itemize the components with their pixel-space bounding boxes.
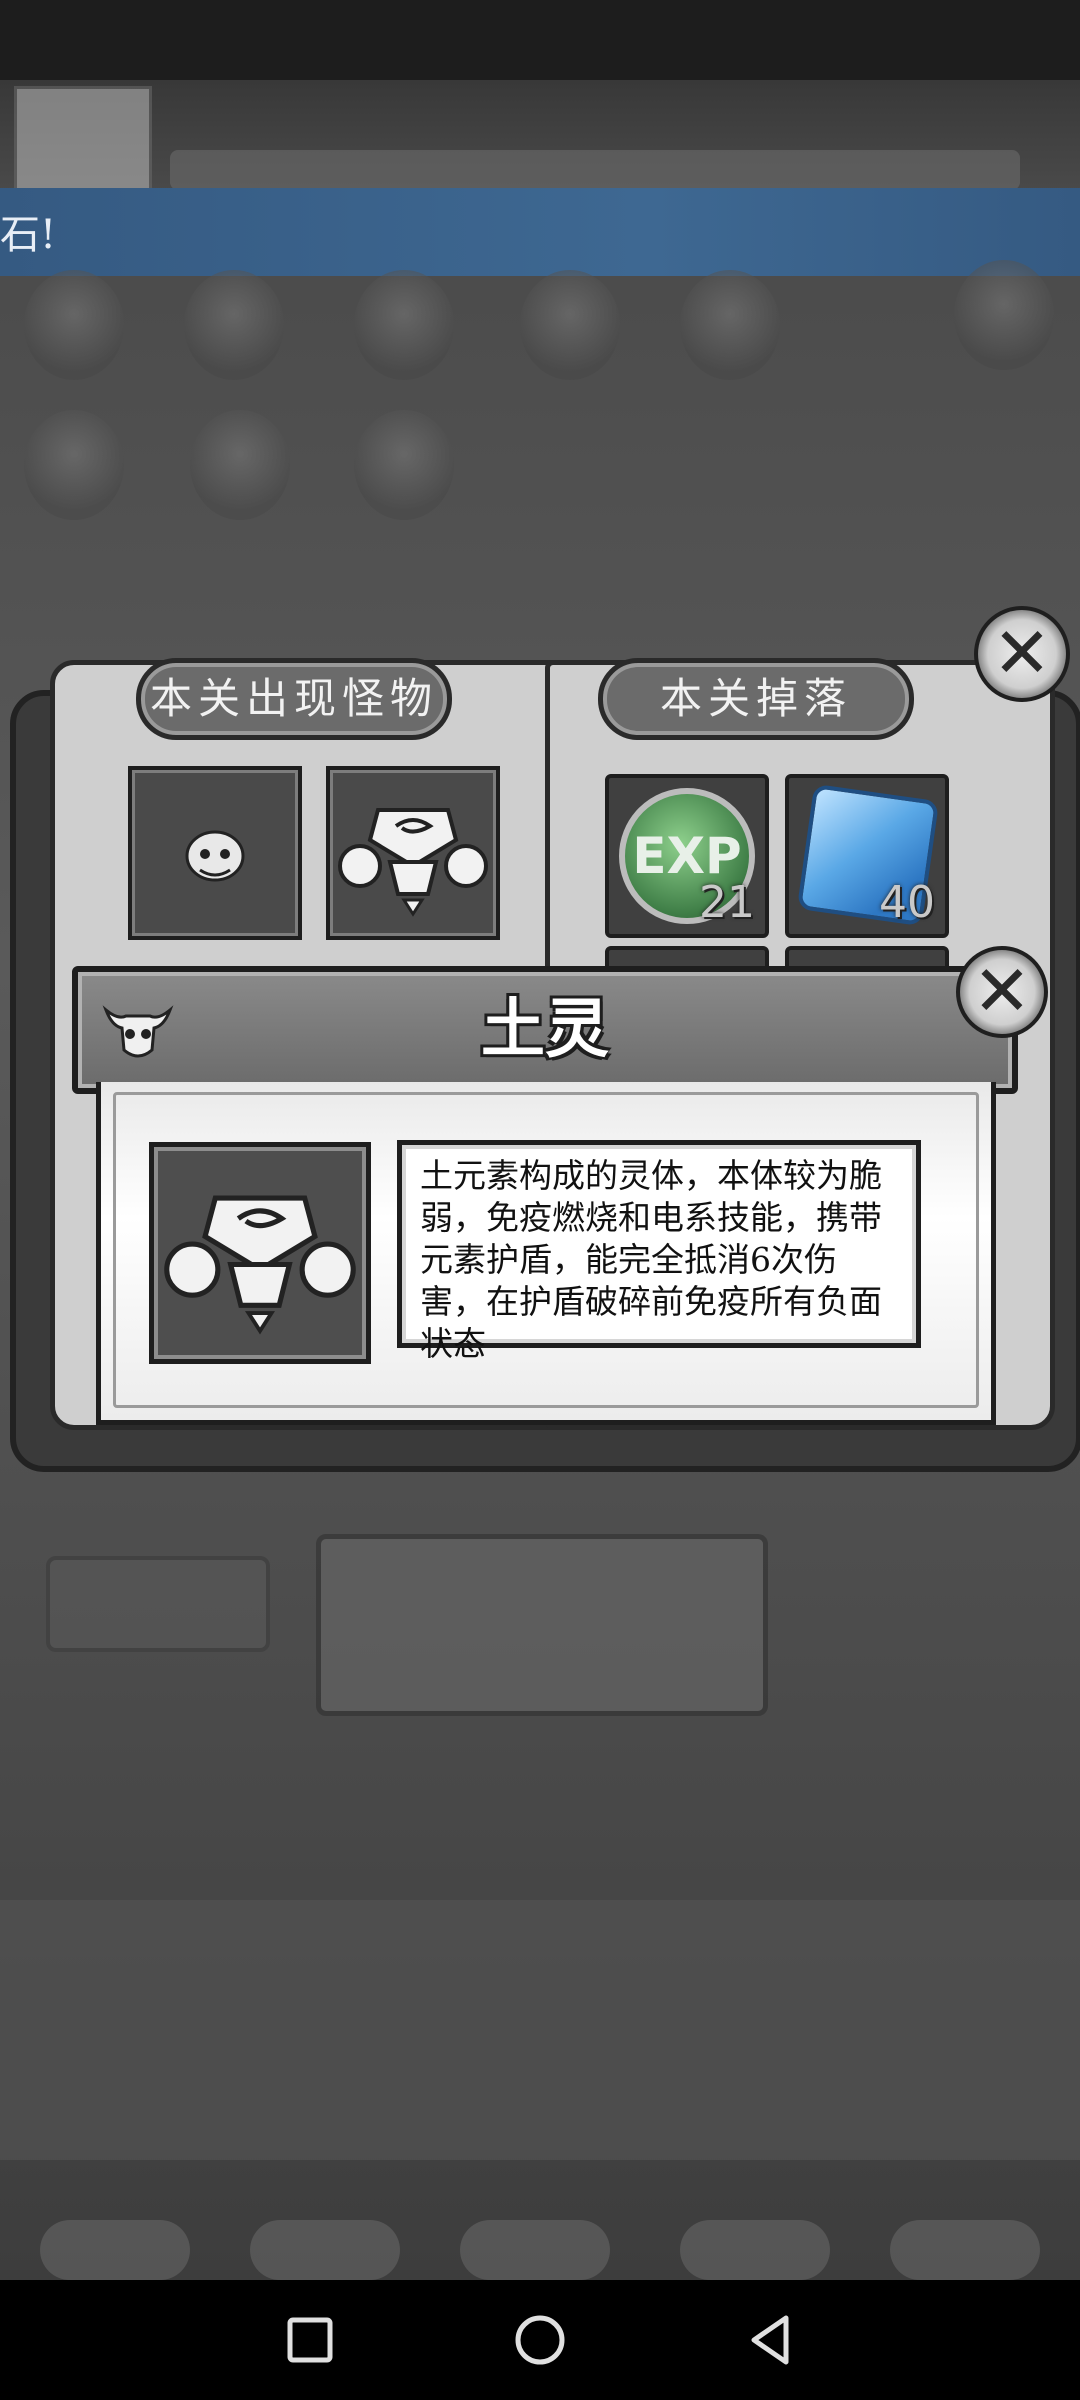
menu-icon-1 [24,270,124,380]
currency-bar [170,150,1020,190]
bottom-tab-2 [250,2220,400,2280]
monster-portrait [149,1142,371,1364]
detail-header: 土灵 [72,966,1018,1094]
book-close-button[interactable]: ✕ [974,606,1070,702]
background-floor [0,1900,1080,2160]
earth-golem-portrait-icon [164,1195,356,1335]
drop-slot-gem[interactable]: 40 [785,774,949,938]
drop-slot-exp[interactable]: EXP 21 [605,774,769,938]
drop-count-gem: 40 [879,877,935,928]
monster-description: 土元素构成的灵体，本体较为脆弱，免疫燃烧和电系技能，携带元素护盾，能完全抵消6次… [397,1140,921,1363]
detail-close-button[interactable]: ✕ [956,946,1048,1038]
menu-icon-6 [954,260,1054,370]
announcement-marquee: 石! [0,188,1080,276]
close-icon: ✕ [972,950,1032,1032]
recent-apps-icon[interactable] [270,2300,350,2380]
bottom-tab-5 [890,2220,1040,2280]
monster-slot-2[interactable] [326,766,500,940]
menu-icon-8 [190,410,290,520]
home-icon[interactable] [500,2300,580,2380]
stage-button [46,1556,270,1652]
player-avatar [14,86,152,196]
monster-name: 土灵 [481,993,609,1067]
bottom-tab-4 [680,2220,830,2280]
drop-count-exp: 21 [699,877,755,928]
bottom-tab-3 [460,2220,610,2280]
bottom-tab-1 [40,2220,190,2280]
status-bar [0,0,1080,80]
menu-icon-3 [354,270,454,380]
menu-icon-5 [680,270,780,380]
menu-icon-9 [354,410,454,520]
detail-body: 土元素构成的灵体，本体较为脆弱，免疫燃烧和电系技能，携带元素护盾，能完全抵消6次… [96,1082,996,1425]
monsters-title: 本关出现怪物 [136,658,452,740]
earth-golem-icon [338,808,488,917]
monster-spirit-icon [185,830,245,882]
menu-icon-4 [520,270,620,380]
monster-detail-popup: 土灵 土元素构成的灵体，本体较为脆弱，免疫燃烧和电系技能，携带元素护盾，能完全抵… [72,966,1018,1426]
back-icon[interactable] [730,2300,810,2380]
enter-battle-button [316,1534,768,1716]
menu-icon-2 [184,270,284,380]
drops-title: 本关掉落 [598,658,914,740]
close-icon: ✕ [992,612,1052,694]
marquee-text: 石! [0,212,57,258]
monster-slot-1[interactable] [128,766,302,940]
menu-icon-7 [24,410,124,520]
